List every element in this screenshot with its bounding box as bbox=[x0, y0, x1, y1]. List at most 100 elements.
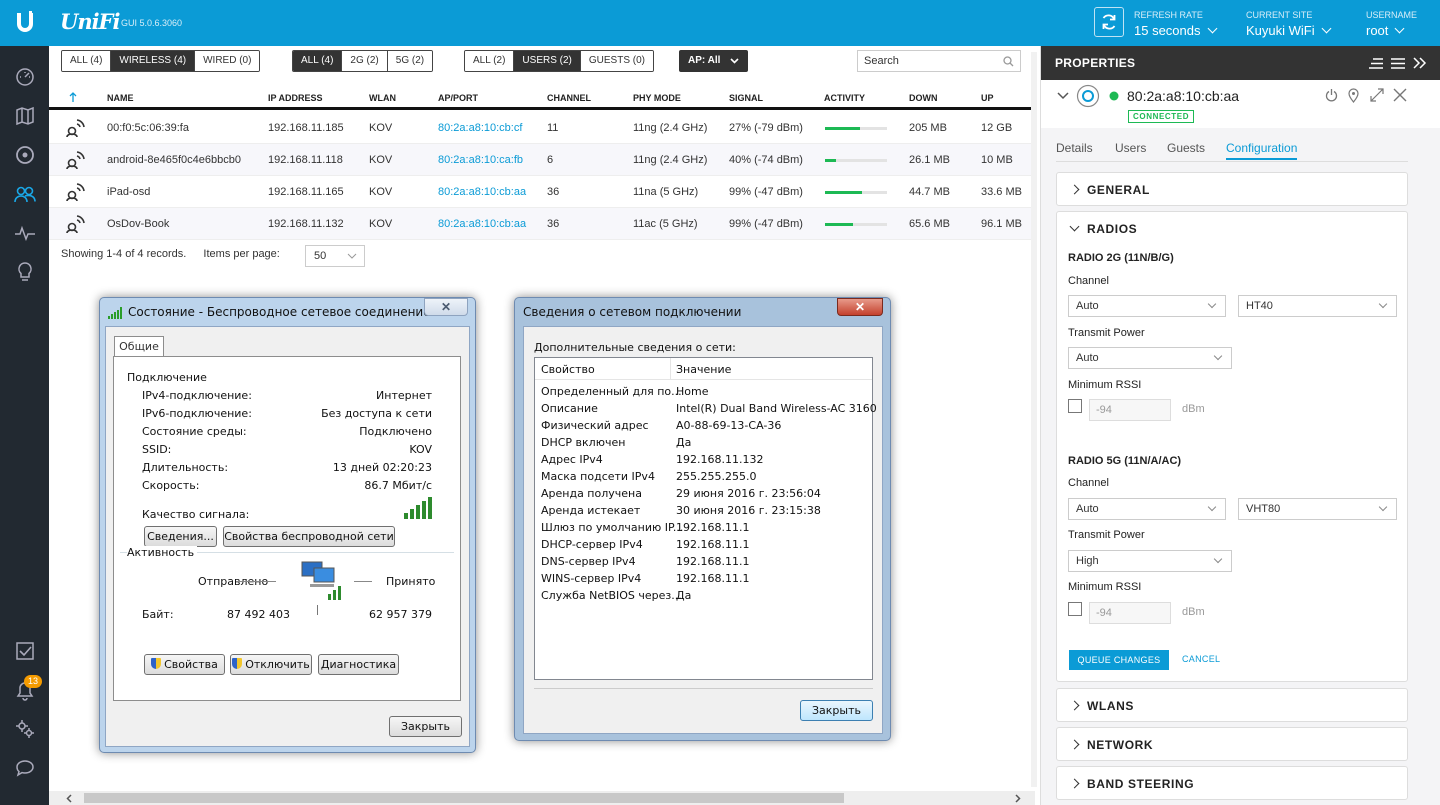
activity-bar bbox=[825, 159, 887, 162]
scrollbar-thumb[interactable] bbox=[84, 793, 844, 803]
close-icon[interactable]: ✕ bbox=[424, 298, 468, 316]
queue-changes-button[interactable]: QUEUE CHANGES bbox=[1069, 650, 1169, 670]
scroll-right-icon[interactable] bbox=[1015, 794, 1021, 803]
close-icon[interactable] bbox=[1393, 88, 1407, 102]
details-list[interactable]: Свойство Значение Определенный для по...… bbox=[534, 357, 877, 680]
filter-type-wired[interactable]: WIRED (0) bbox=[194, 51, 260, 71]
nav-clients-icon[interactable] bbox=[12, 181, 37, 206]
filter-type-all[interactable]: ALL (4) bbox=[62, 51, 111, 71]
column-phy-mode[interactable]: PHY MODE bbox=[633, 93, 681, 103]
nav-map-icon[interactable] bbox=[12, 103, 37, 128]
column-activity[interactable]: ACTIVITY bbox=[824, 93, 865, 103]
radio-5g-rssi-checkbox[interactable] bbox=[1068, 602, 1082, 616]
properties-button[interactable]: Свойства bbox=[144, 654, 225, 675]
cell-ap[interactable]: 80:2a:a8:10:cb:cf bbox=[438, 122, 522, 134]
filter-type-wireless[interactable]: WIRELESS (4) bbox=[110, 51, 195, 71]
radio-2g-width-select[interactable]: HT40 bbox=[1238, 295, 1397, 317]
collapse-panel-icon[interactable] bbox=[1413, 57, 1427, 69]
power-icon[interactable] bbox=[1325, 89, 1338, 102]
nav-chat-icon[interactable] bbox=[12, 755, 37, 780]
nav-insights-icon[interactable] bbox=[12, 259, 37, 284]
tab-details[interactable]: Details bbox=[1056, 141, 1093, 155]
column-property[interactable]: Свойство bbox=[541, 363, 595, 376]
nav-settings-icon[interactable] bbox=[12, 716, 37, 741]
refresh-rate-select[interactable]: REFRESH RATE 15 seconds bbox=[1134, 10, 1217, 38]
radio-5g-width-select[interactable]: VHT80 bbox=[1238, 498, 1397, 520]
filter-user-all[interactable]: ALL (2) bbox=[465, 51, 514, 71]
column-wlan[interactable]: WLAN bbox=[369, 93, 396, 103]
radio-2g-channel-select[interactable]: Auto bbox=[1068, 295, 1226, 317]
radio-2g-rssi-checkbox[interactable] bbox=[1068, 399, 1082, 413]
vertical-scrollbar[interactable] bbox=[1031, 52, 1037, 787]
chevron-down-icon[interactable] bbox=[1057, 92, 1069, 100]
radio-5g-rssi-input[interactable]: -94 bbox=[1089, 602, 1171, 624]
tab-configuration[interactable]: Configuration bbox=[1226, 141, 1298, 160]
radio-2g-channel-value: Auto bbox=[1076, 300, 1099, 312]
radio-5g-tx-select[interactable]: High bbox=[1068, 550, 1232, 572]
table-row[interactable]: OsDov-Book 192.168.11.132 KOV 80:2a:a8:10:c… bbox=[49, 208, 1035, 240]
close-button[interactable]: Закрыть bbox=[800, 700, 873, 721]
cell-ap[interactable]: 80:2a:a8:10:cb:aa bbox=[438, 186, 526, 198]
cell-ap[interactable]: 80:2a:a8:10:cb:aa bbox=[438, 218, 526, 230]
filter-band-5g[interactable]: 5G (2) bbox=[386, 51, 433, 71]
gui-version: GUI 5.0.6.3060 bbox=[121, 18, 183, 28]
section-general[interactable]: GENERAL bbox=[1056, 172, 1408, 206]
menu-icon[interactable] bbox=[1391, 58, 1405, 69]
ap-filter-value: AP: All bbox=[688, 55, 721, 66]
filter-user-users[interactable]: USERS (2) bbox=[513, 51, 580, 71]
username-menu[interactable]: USERNAME root bbox=[1366, 10, 1417, 38]
detail-property: Описание bbox=[541, 402, 598, 415]
filter-band-2g[interactable]: 2G (2) bbox=[341, 51, 387, 71]
column-name[interactable]: NAME bbox=[107, 93, 134, 103]
column-ip-address[interactable]: IP ADDRESS bbox=[268, 93, 323, 103]
tab-users[interactable]: Users bbox=[1115, 141, 1146, 155]
sort-arrow-up-icon[interactable] bbox=[69, 92, 77, 102]
nav-dashboard-icon[interactable] bbox=[12, 64, 37, 89]
column-channel[interactable]: CHANNEL bbox=[547, 93, 591, 103]
nav-devices-icon[interactable] bbox=[12, 142, 37, 167]
horizontal-scrollbar[interactable] bbox=[49, 791, 1035, 805]
nav-events-icon[interactable] bbox=[12, 638, 37, 663]
section-radios-toggle[interactable]: RADIOS bbox=[1069, 221, 1137, 236]
table-row[interactable]: iPad-osd 192.168.11.165 KOV 80:2a:a8:10:cb:… bbox=[49, 176, 1035, 208]
wireless-properties-button[interactable]: Свойства беспроводной сети bbox=[223, 526, 395, 547]
disable-button[interactable]: Отключить bbox=[230, 654, 312, 675]
current-site-select[interactable]: CURRENT SITE Kuyuki WiFi bbox=[1246, 10, 1332, 38]
close-button[interactable]: Закрыть bbox=[389, 716, 462, 737]
table-row[interactable]: 00:f0:5c:06:39:fa 192.168.11.185 KOV 80:2a:… bbox=[49, 112, 1035, 144]
section-wlans[interactable]: WLANS bbox=[1056, 688, 1408, 722]
cell-ap[interactable]: 80:2a:a8:10:ca:fb bbox=[438, 154, 523, 166]
tab-guests[interactable]: Guests bbox=[1167, 141, 1205, 155]
diagnostics-button[interactable]: Диагностика bbox=[318, 654, 399, 675]
items-per-page-select[interactable]: 50 bbox=[305, 245, 365, 267]
locate-pin-icon[interactable] bbox=[1348, 88, 1359, 103]
column-signal[interactable]: SIGNAL bbox=[729, 93, 763, 103]
radio-2g-tx-select[interactable]: Auto bbox=[1068, 347, 1232, 369]
cell-signal: 27% (-79 dBm) bbox=[729, 122, 803, 134]
nav-statistics-icon[interactable] bbox=[12, 220, 37, 245]
radio-2g-rssi-input[interactable]: -94 bbox=[1089, 399, 1171, 421]
scroll-left-icon[interactable] bbox=[66, 794, 72, 803]
filter-user-guests[interactable]: GUESTS (0) bbox=[579, 51, 653, 71]
chevron-down-icon bbox=[1213, 554, 1223, 564]
ubiquiti-logo-icon[interactable] bbox=[0, 0, 49, 46]
radio-5g-channel-select[interactable]: Auto bbox=[1068, 498, 1226, 520]
filter-band-all[interactable]: ALL (4) bbox=[293, 51, 342, 71]
close-icon[interactable]: ✕ bbox=[837, 298, 883, 316]
column-value[interactable]: Значение bbox=[676, 363, 731, 376]
refresh-button[interactable] bbox=[1094, 7, 1124, 37]
expand-icon[interactable] bbox=[1370, 88, 1384, 102]
column-ap-port[interactable]: AP/PORT bbox=[438, 93, 478, 103]
column-down[interactable]: DOWN bbox=[909, 93, 938, 103]
cancel-button[interactable]: CANCEL bbox=[1182, 654, 1220, 664]
table-row[interactable]: android-8e465f0c4e6bbcb0 192.168.11.118 KO… bbox=[49, 144, 1035, 176]
section-band-steering[interactable]: BAND STEERING bbox=[1056, 766, 1408, 800]
sort-lines-icon[interactable] bbox=[1369, 58, 1383, 69]
details-button[interactable]: Сведения... bbox=[144, 526, 217, 547]
section-network[interactable]: NETWORK bbox=[1056, 727, 1408, 761]
search-input[interactable]: Search bbox=[857, 50, 1021, 72]
column-up[interactable]: UP bbox=[981, 93, 994, 103]
tab-general[interactable]: Общие bbox=[114, 336, 164, 357]
ap-filter-select[interactable]: AP: All bbox=[679, 50, 748, 72]
cell-phy: 11na (5 GHz) bbox=[633, 186, 699, 198]
